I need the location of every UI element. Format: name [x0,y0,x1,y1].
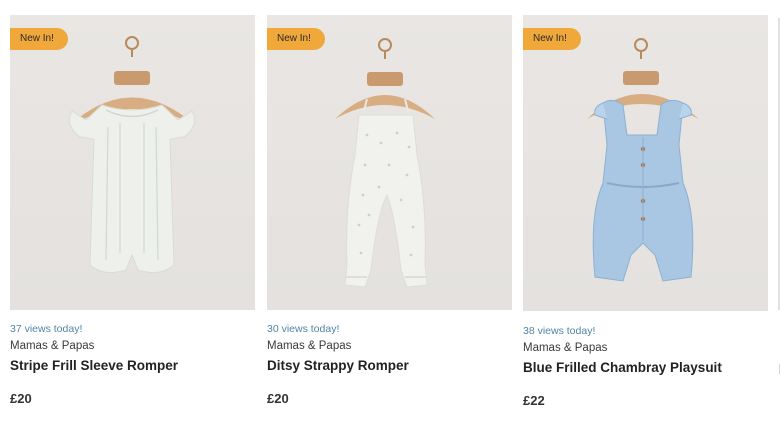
product-name[interactable]: Stripe Frill Sleeve Romper [10,356,255,376]
product-card[interactable]: New In! 38 views today! Mamas & Papas Bl… [523,15,768,410]
product-image[interactable]: New In! [523,15,768,311]
new-in-badge: New In! [10,28,68,50]
views-count: 38 views today! [523,325,596,337]
new-in-badge: New In! [523,28,581,50]
product-price: £20 [10,391,32,406]
product-card[interactable]: New In! 30 views today! Mamas & Papas Di… [267,15,512,408]
product-price: £20 [267,391,289,406]
product-brand: Mamas & Papas [10,340,95,352]
new-in-badge: New In! [267,28,325,50]
product-name[interactable]: Blue Frilled Chambray Playsuit [523,358,768,378]
product-card[interactable]: New In! 37 views today! Mamas & Papas St… [10,15,255,408]
product-price: £22 [523,393,545,408]
chambray-playsuit-illustration [587,38,699,282]
views-count: 37 views today! [10,323,83,335]
stripe-romper-illustration [68,36,196,274]
views-count: 30 views today! [267,323,340,335]
product-name[interactable]: Ditsy Strappy Romper [267,356,512,376]
product-grid: New In! 37 views today! Mamas & Papas St… [0,0,780,429]
product-brand: Mamas & Papas [267,340,352,352]
product-image[interactable]: New In! [10,15,255,310]
ditsy-romper-illustration [335,38,435,288]
product-brand: Mamas & Papas [523,342,608,354]
product-image[interactable]: New In! [267,15,512,310]
